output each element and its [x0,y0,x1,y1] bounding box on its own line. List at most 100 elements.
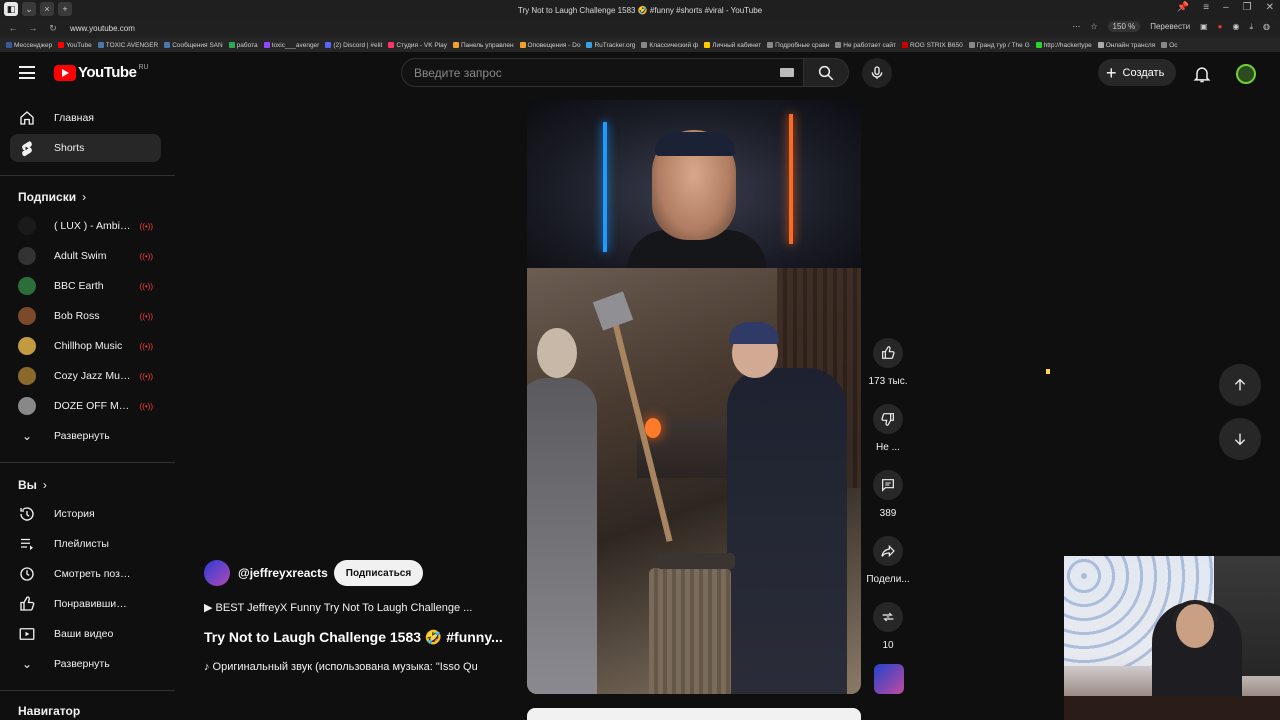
channel-row: @jeffreyxreacts Подписаться [204,560,424,586]
share-button[interactable] [873,536,903,566]
like-button[interactable] [873,338,903,368]
bookmark-item[interactable]: YouTube [58,42,92,49]
sidebar-item-liked[interactable]: Понравившиеся [10,590,161,618]
minimize-icon[interactable]: – [1223,2,1229,13]
subscribe-button[interactable]: Подписаться [333,560,424,586]
sidebar-subscription-item[interactable]: ( LUX ) - Ambient... ((•)) [10,212,161,240]
bookmark-favicon-icon [1097,42,1104,48]
remix-button[interactable] [873,602,903,632]
previous-short-button[interactable] [1219,364,1261,406]
bookmark-item[interactable]: Личный кабинет [704,42,761,49]
bookmark-item[interactable]: RuTracker.org [586,42,635,49]
close-window-icon[interactable]: ✕ [1266,2,1274,13]
sidebar-subscription-item[interactable]: Adult Swim ((•)) [10,242,161,270]
more-icon[interactable]: ⋯ [1072,22,1080,31]
profile-icon[interactable]: ◍ [1263,22,1270,31]
person [727,368,847,694]
zoom-level[interactable]: 150 % [1107,21,1141,32]
subscription-label: Bob Ross [54,310,100,322]
audio-link[interactable]: ♪ Оригинальный звук (использована музыка… [204,661,519,673]
bookmark-item[interactable]: Классический ф [641,42,698,49]
bookmark-item[interactable]: toxic___avenger [263,41,320,49]
back-icon[interactable]: ← [6,23,20,33]
sidebar-item-your-videos[interactable]: Ваши видео [10,620,161,648]
sidebar-subscription-item[interactable]: Chillhop Music ((•)) [10,332,161,360]
translate-button[interactable]: Перевести [1150,22,1190,31]
browser-settings-icon[interactable]: ≡ [1203,2,1209,13]
bookmark-item[interactable]: Онлайн трансля [1097,42,1155,49]
live-indicator-icon: ((•)) [139,221,153,231]
bookmark-item[interactable]: Подробные сравн [767,42,829,49]
pin-icon[interactable]: 📌 [1177,2,1189,13]
sidebar-subscription-item[interactable]: BBC Earth ((•)) [10,272,161,300]
expand-label: Развернуть [54,430,110,442]
bookmark-item[interactable]: Ос [1161,42,1177,49]
video-title[interactable]: Try Not to Laugh Challenge 1583 🤣 #funny… [204,629,519,646]
expand-you-button[interactable]: ⌄ Развернуть [10,650,161,678]
remix-icon [882,612,894,622]
sidebar-subscription-item[interactable]: DOZE OFF MEDU... ((•)) [10,392,161,420]
wooden-stump [649,568,731,694]
dislike-button[interactable] [873,404,903,434]
forward-icon[interactable]: → [26,23,40,33]
expand-subscriptions-button[interactable]: ⌄ Развернуть [10,422,161,450]
notifications-icon[interactable] [1192,64,1212,84]
search-button[interactable] [803,58,849,87]
sidebar-item-history[interactable]: История [10,500,161,528]
sidebar-item-shorts[interactable]: Shorts [10,134,161,162]
chevron-down-icon: ⌄ [21,429,33,443]
sidebar-item-home[interactable]: Главная [10,104,161,132]
bookmark-item[interactable]: Оповещения - Do [519,42,580,49]
keyboard-icon[interactable] [780,68,794,77]
neon-light [789,114,793,244]
menu-icon[interactable] [19,66,35,79]
account-avatar[interactable] [1236,64,1256,84]
sidebar-subscription-item[interactable]: Cozy Jazz Music ((•)) [10,362,161,390]
sidebar-item-playlists[interactable]: Плейлисты [10,530,161,558]
divider [0,175,175,176]
restore-icon[interactable]: ❐ [1243,2,1252,13]
bookmark-item[interactable]: работа [228,42,258,49]
bookmark-item[interactable]: Мессенджер [6,42,52,49]
bookmark-favicon-icon [704,42,711,48]
sidebar-subscription-item[interactable]: Bob Ross ((•)) [10,302,161,330]
next-short-button[interactable] [1219,418,1261,460]
you-header[interactable]: Вы › [18,478,47,492]
adblock-icon[interactable]: ● [1218,22,1223,31]
bookmark-favicon-icon [97,42,104,48]
bookmark-item[interactable]: Студия - VK Play [388,42,447,49]
bookmark-item[interactable]: http://hackertype [1035,42,1092,49]
bookmark-icon[interactable]: ☆ [1090,22,1097,31]
logo-region: RU [138,64,149,71]
youtube-logo[interactable]: YouTube RU [54,64,149,81]
channel-name[interactable]: @jeffreyxreacts [238,566,328,580]
channel-avatar[interactable] [204,560,230,586]
subscriptions-header[interactable]: Подписки › [18,190,86,204]
voice-search-button[interactable] [862,58,892,88]
bookmark-label: Ос [1169,41,1178,49]
next-short-preview[interactable] [527,708,861,720]
bookmark-item[interactable]: Панель управлен [452,42,514,49]
shorts-video-player[interactable] [527,100,861,694]
audio-channel-thumbnail[interactable] [874,664,904,694]
create-button[interactable]: + Создать [1098,59,1177,86]
bookmark-item[interactable]: (2) Discord | #elit [325,42,382,49]
download-icon[interactable]: ⤓ [1249,22,1253,32]
url-field[interactable]: www.youtube.com [70,24,135,33]
sidebar-item-watch-later[interactable]: Смотреть позже [10,560,161,588]
bookmark-item[interactable]: Не работает сайт [835,42,896,49]
bookmark-item[interactable]: TOXIC AVENGER [97,42,158,49]
bookmark-favicon-icon [1161,42,1168,48]
reload-icon[interactable]: ↻ [46,23,60,34]
bookmark-label: toxic___avenger [271,41,320,49]
bookmark-item[interactable]: Гранд тур / The G [968,42,1030,49]
extension-icon[interactable]: ▣ [1200,22,1208,31]
bookmark-item[interactable]: ROG STRIX B650 [901,41,963,49]
bookmarks-bar: Мессенджер YouTube TOXIC AVENGER Сообщения … [0,38,1280,52]
comments-button[interactable] [873,470,903,500]
bookmark-label: ROG STRIX B650 [909,41,963,49]
playlist-link[interactable]: ▶ BEST JeffreyX Funny Try Not To Laugh C… [204,601,504,614]
bookmark-item[interactable]: Сообщения SAN [164,42,223,49]
extension-icon-2[interactable]: ◉ [1232,22,1239,31]
search-input[interactable] [402,59,762,86]
